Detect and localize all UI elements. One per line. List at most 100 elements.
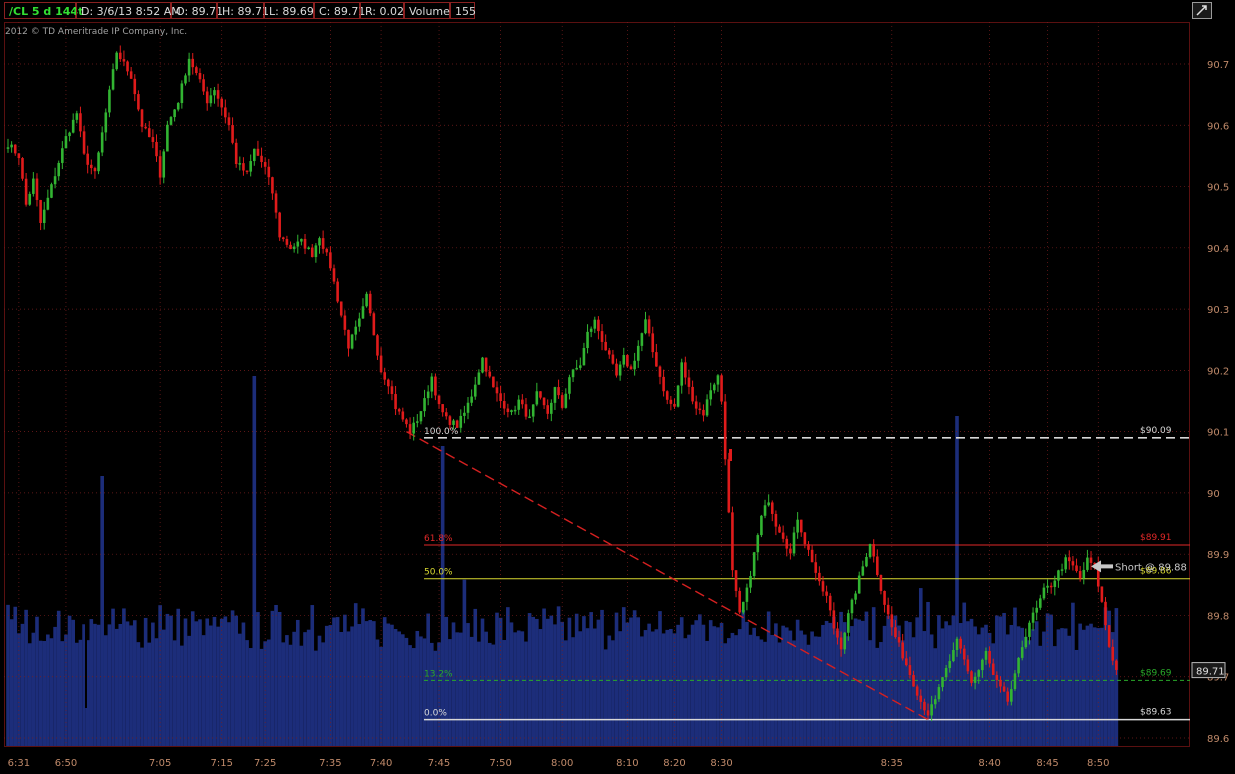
candle-body xyxy=(416,421,419,423)
volume-bar xyxy=(846,636,851,746)
volume-bar xyxy=(477,641,481,746)
x-tick-label: 7:40 xyxy=(370,758,392,769)
volume-bar xyxy=(422,638,427,746)
volume-bar xyxy=(719,622,724,746)
volume-bar xyxy=(810,631,814,746)
volume-bar xyxy=(741,609,746,746)
x-tick-label: 8:00 xyxy=(551,758,573,769)
candle-body xyxy=(499,393,502,402)
volume-bar xyxy=(393,629,398,746)
candle-body xyxy=(933,699,937,705)
candle-body xyxy=(321,238,325,249)
y-tick-label: 90.5 xyxy=(1207,183,1229,194)
candle-body xyxy=(82,131,86,154)
candle-body xyxy=(137,94,140,110)
volume-bar xyxy=(38,640,43,746)
volume-bar xyxy=(180,645,184,746)
candle-body xyxy=(952,650,955,662)
candle-body xyxy=(1111,646,1115,661)
volume-bar xyxy=(611,640,615,746)
candle-body xyxy=(611,354,615,364)
volume-bar xyxy=(281,642,286,746)
fib-percent-label: 61.8% xyxy=(424,534,453,544)
volume-bar xyxy=(332,617,336,746)
volume-bar xyxy=(784,627,789,746)
candle-body xyxy=(720,375,723,402)
volume-bar xyxy=(882,625,887,746)
candle-body xyxy=(32,178,35,194)
volume-bar xyxy=(223,616,228,746)
volume-bar xyxy=(165,613,170,746)
volume-bar xyxy=(596,619,601,746)
candle-body xyxy=(789,548,792,554)
candle-body xyxy=(535,391,539,405)
volume-bar xyxy=(256,612,260,746)
volume-bar xyxy=(650,631,655,746)
candle-body xyxy=(995,675,999,681)
candle-body xyxy=(303,238,307,249)
x-tick-label: 7:45 xyxy=(428,758,450,769)
candle-body xyxy=(256,148,260,156)
volume-bar xyxy=(343,614,347,746)
candle-body xyxy=(593,319,597,329)
candle-body xyxy=(600,331,604,342)
candle-body xyxy=(506,408,510,413)
candle-body xyxy=(292,246,296,250)
candle-body xyxy=(510,410,513,413)
candle-body xyxy=(108,89,111,113)
candle-body xyxy=(307,247,310,250)
candle-body xyxy=(271,177,274,194)
symbol-label[interactable]: /CL 5 d 144t xyxy=(4,2,83,19)
volume-bar xyxy=(506,607,510,746)
volume-bar xyxy=(78,639,83,746)
x-tick-label: 8:30 xyxy=(710,758,732,769)
open-label: O: 89.71 xyxy=(171,2,223,19)
volume-bar xyxy=(585,628,590,746)
volume-bar xyxy=(813,636,818,746)
x-tick-label: 8:45 xyxy=(1036,758,1058,769)
volume-bar xyxy=(169,615,173,746)
candle xyxy=(676,384,680,408)
volume-bar xyxy=(292,631,296,746)
candle-body xyxy=(832,610,836,629)
volume-bar xyxy=(734,635,738,746)
candle-body xyxy=(368,293,372,314)
candle-body xyxy=(394,394,397,410)
volume-bar xyxy=(234,615,238,746)
volume-bar xyxy=(314,650,318,746)
volume-bar xyxy=(643,630,648,746)
volume-bar xyxy=(708,620,713,746)
volume-bar xyxy=(1081,629,1086,746)
volume-bar xyxy=(864,611,869,746)
volume-bar xyxy=(520,631,525,746)
candle-body xyxy=(455,420,459,428)
y-tick-label: 89.6 xyxy=(1207,734,1229,745)
volume-bar xyxy=(56,610,61,746)
volume-bar xyxy=(161,629,166,746)
volume-bar xyxy=(60,641,65,746)
candle-body xyxy=(224,107,227,118)
volume-bar xyxy=(198,619,202,746)
candle-body xyxy=(749,576,752,588)
candle xyxy=(97,151,100,175)
maximize-button[interactable] xyxy=(1192,2,1212,19)
candle-body xyxy=(24,178,28,205)
candle-body xyxy=(86,153,89,165)
candle-body xyxy=(861,566,865,576)
volume-bar xyxy=(509,622,514,746)
candle-body xyxy=(865,556,868,567)
price-chart[interactable]: 100.0% $90.0961.8% $89.9150.0% $89.8613.2% $… xyxy=(0,22,1235,774)
y-tick-label: 90 xyxy=(1207,489,1220,500)
candle-body xyxy=(539,391,542,398)
x-tick-label: 7:50 xyxy=(489,758,511,769)
volume-bar xyxy=(730,632,735,746)
candle-body xyxy=(430,376,434,392)
candle xyxy=(492,376,495,388)
volume-bar xyxy=(350,626,354,746)
candle-body xyxy=(452,420,455,425)
candle-body xyxy=(546,405,550,414)
candle-body xyxy=(90,164,93,169)
candle-body xyxy=(937,687,941,700)
candle-body xyxy=(1039,598,1042,608)
candle-body xyxy=(941,677,944,688)
